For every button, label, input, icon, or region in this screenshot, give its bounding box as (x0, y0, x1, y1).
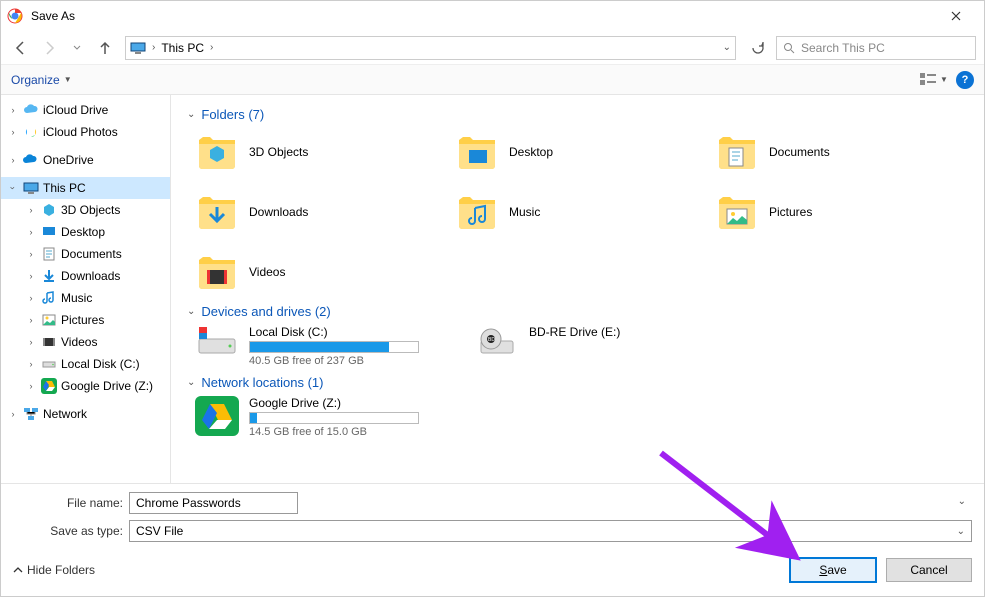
organize-menu[interactable]: Organize ▼ (11, 73, 72, 87)
tree-item-documents[interactable]: ›Documents (1, 243, 170, 265)
window-title: Save As (31, 9, 75, 23)
savetype-label: Save as type: (13, 524, 123, 538)
help-button[interactable]: ? (956, 71, 974, 89)
address-bar[interactable]: › This PC › ⌄ (125, 36, 736, 60)
disk-usage-bar (249, 341, 419, 353)
folder-item-pictures[interactable]: Pictures (715, 188, 965, 236)
group-header-folders[interactable]: ⌄Folders (7) (187, 107, 968, 122)
filename-label: File name: (13, 496, 123, 510)
chevron-down-icon[interactable]: ⌄ (958, 496, 966, 507)
search-placeholder: Search This PC (801, 41, 885, 55)
tree-item-google-drive[interactable]: ›Google Drive (Z:) (1, 375, 170, 397)
chevron-down-icon[interactable]: ⌄ (723, 42, 731, 53)
group-header-drives[interactable]: ⌄Devices and drives (2) (187, 304, 968, 319)
content-pane[interactable]: ⌄Folders (7) 3D Objects Desktop Document… (171, 95, 984, 483)
network-item-google-drive[interactable]: Google Drive (Z:) 14.5 GB free of 15.0 G… (195, 396, 445, 438)
tree-item-network[interactable]: ›Network (1, 403, 170, 425)
close-button[interactable] (933, 1, 978, 31)
tree-item-music[interactable]: ›Music (1, 287, 170, 309)
tree-item-icloud-drive[interactable]: ›iCloud Drive (1, 99, 170, 121)
search-input[interactable]: Search This PC (776, 36, 976, 60)
group-header-network[interactable]: ⌄Network locations (1) (187, 375, 968, 390)
drive-item-bd-drive[interactable]: BD BD-RE Drive (E:) (475, 325, 725, 367)
up-button[interactable] (93, 36, 117, 60)
recent-dropdown[interactable] (65, 36, 89, 60)
tree-item-onedrive[interactable]: ›OneDrive (1, 149, 170, 171)
nav-tree[interactable]: ›iCloud Drive ›iCloud Photos ›OneDrive ›… (1, 95, 171, 483)
cancel-button[interactable]: Cancel (886, 558, 972, 582)
disk-usage-bar (249, 412, 419, 424)
action-row: Hide Folders Save Cancel (1, 548, 984, 594)
tree-item-3d-objects[interactable]: ›3D Objects (1, 199, 170, 221)
folder-item-downloads[interactable]: Downloads (195, 188, 445, 236)
chevron-right-icon: › (210, 42, 213, 53)
breadcrumb-location: This PC (161, 41, 204, 55)
pc-icon (130, 40, 146, 56)
folder-item-videos[interactable]: Videos (195, 248, 445, 296)
drive-item-local-disk[interactable]: Local Disk (C:) 40.5 GB free of 237 GB (195, 325, 445, 367)
savetype-select[interactable]: CSV File ⌄ (129, 520, 972, 542)
svg-text:BD: BD (488, 337, 495, 343)
folder-item-desktop[interactable]: Desktop (455, 128, 705, 176)
view-options-button[interactable]: ▼ (920, 69, 948, 91)
tree-item-desktop[interactable]: ›Desktop (1, 221, 170, 243)
save-button[interactable]: Save (790, 558, 876, 582)
search-icon (783, 42, 795, 54)
tree-item-icloud-photos[interactable]: ›iCloud Photos (1, 121, 170, 143)
folder-item-music[interactable]: Music (455, 188, 705, 236)
tree-item-this-pc[interactable]: ›This PC (1, 177, 170, 199)
filename-input[interactable] (129, 492, 298, 514)
folder-item-documents[interactable]: Documents (715, 128, 965, 176)
forward-button[interactable] (37, 36, 61, 60)
titlebar: Save As (1, 1, 984, 31)
chrome-icon (7, 8, 23, 24)
folder-item-3d-objects[interactable]: 3D Objects (195, 128, 445, 176)
tree-item-local-disk[interactable]: ›Local Disk (C:) (1, 353, 170, 375)
hide-folders-button[interactable]: Hide Folders (13, 563, 95, 577)
tree-item-pictures[interactable]: ›Pictures (1, 309, 170, 331)
toolbar: Organize ▼ ▼ ? (1, 65, 984, 95)
nav-row: › This PC › ⌄ Search This PC (1, 31, 984, 65)
tree-item-downloads[interactable]: ›Downloads (1, 265, 170, 287)
body: ›iCloud Drive ›iCloud Photos ›OneDrive ›… (1, 95, 984, 483)
chevron-right-icon: › (152, 42, 155, 53)
refresh-button[interactable] (744, 36, 772, 60)
tree-item-videos[interactable]: ›Videos (1, 331, 170, 353)
back-button[interactable] (9, 36, 33, 60)
bottom-panel: File name: ⌄ Save as type: CSV File ⌄ (1, 483, 984, 542)
chevron-down-icon: ⌄ (957, 526, 965, 537)
